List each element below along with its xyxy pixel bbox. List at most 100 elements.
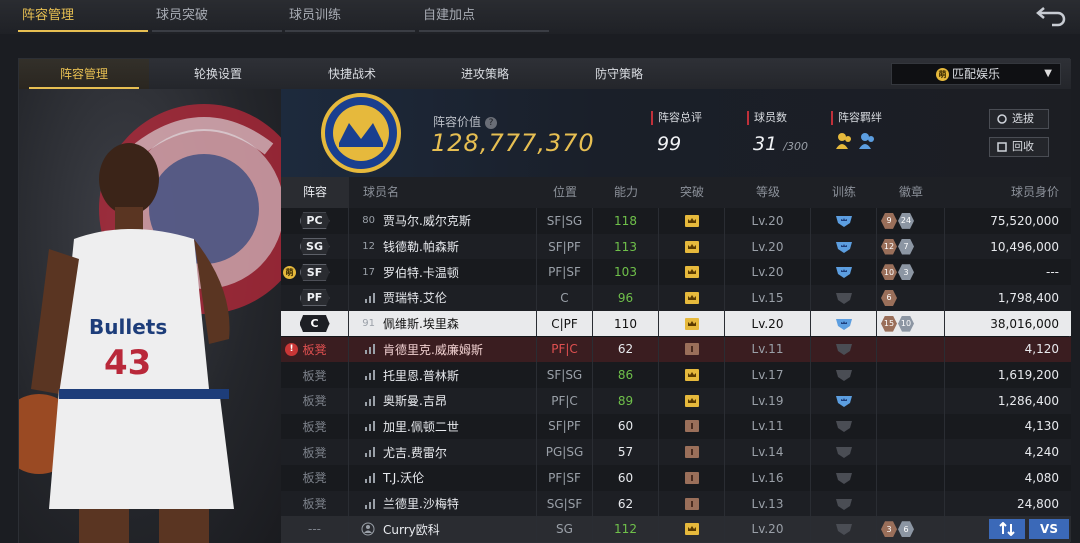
table-row[interactable]: ! 板凳 肯德里克.威廉姆斯 PF|C 62 Lv.11 4,120 <box>281 336 1071 363</box>
signal-bars-icon <box>349 395 375 406</box>
player-position: PG|SG <box>537 439 593 465</box>
table-row[interactable]: C 91 佩维斯.埃里森 C|PF 110 Lv.20 15 10 38,016,000 <box>281 310 1071 337</box>
player-price: 75,520,000 <box>990 213 1059 228</box>
training-cell <box>811 208 877 234</box>
training-cell <box>811 285 877 311</box>
subtab-quick-tactics[interactable]: 快捷战术 <box>287 59 417 89</box>
bronze-rank-icon <box>684 471 699 484</box>
breakthrough-cell <box>659 516 725 543</box>
table-row[interactable]: 板凳 T.J.沃伦 PF|SF 60 Lv.16 4,080 <box>281 465 1071 491</box>
subtab-offense[interactable]: 进攻策略 <box>420 59 550 89</box>
table-row[interactable]: PC 80 贾马尔.威尔克斯 SF|SG 118 Lv.20 9 24 75,520,000 <box>281 208 1071 234</box>
crown-icon <box>684 317 699 330</box>
table-row[interactable]: 板凳 奥斯曼.吉昂 PF|C 89 Lv.19 1,286,400 <box>281 387 1071 414</box>
player-name[interactable]: 佩维斯.埃里森 <box>383 315 459 332</box>
swap-button[interactable] <box>989 519 1025 540</box>
crown-icon <box>684 266 699 279</box>
badges-cell: 12 7 <box>877 233 945 260</box>
player-name[interactable]: T.J.沃伦 <box>383 469 424 486</box>
badges-cell <box>877 490 945 517</box>
player-name[interactable]: 钱德勒.帕森斯 <box>383 238 459 255</box>
subtab-lineup[interactable]: 阵容管理 <box>19 59 149 89</box>
subtab-rotation[interactable]: 轮换设置 <box>153 59 283 89</box>
table-row[interactable]: 板凳 托里恩.普林斯 SF|SG 86 Lv.17 1,619,200 <box>281 362 1071 388</box>
pick-button[interactable]: 选拔 <box>989 109 1049 129</box>
breakthrough-cell <box>659 387 725 414</box>
table-row[interactable]: 板凳 尤吉.费雷尔 PG|SG 57 Lv.14 4,240 <box>281 439 1071 465</box>
tab-player-training[interactable]: 球员训练 <box>285 0 415 32</box>
training-cell <box>811 516 877 543</box>
breakthrough-cell <box>659 208 725 234</box>
crown-icon <box>684 214 699 227</box>
lineup-slot: --- <box>281 516 349 543</box>
badge-hex-icon: 6 <box>898 521 914 538</box>
table-row[interactable]: 板凳 加里.佩顿二世 SF|PF 60 Lv.11 4,130 <box>281 413 1071 440</box>
breakthrough-cell <box>659 439 725 465</box>
badges-cell <box>877 362 945 388</box>
chevron-down-icon: ▼ <box>1044 68 1052 79</box>
roster-table-header: 阵容 球员名 位置 能力 突破 等级 训练 徽章 球员身价 <box>281 177 1071 208</box>
player-price: 1,619,200 <box>997 368 1059 383</box>
svg-text:Bullets: Bullets <box>89 315 167 339</box>
table-row[interactable]: 板凳 兰德里.沙梅特 SG|SF 62 Lv.13 24,800 <box>281 490 1071 517</box>
table-row[interactable]: --- Curry欧科 SG 112 Lv.20 3 6 VS <box>281 516 1071 543</box>
player-name[interactable]: 贾马尔.威尔克斯 <box>383 212 471 229</box>
recycle-button[interactable]: 回收 <box>989 137 1049 157</box>
bronze-rank-icon <box>684 446 699 459</box>
player-price: 38,016,000 <box>990 316 1059 331</box>
crown-icon <box>684 291 699 304</box>
badge-hex-icon: 3 <box>881 521 897 538</box>
help-icon[interactable]: ? <box>485 117 498 129</box>
player-price: 4,120 <box>1024 342 1059 357</box>
player-level: Lv.20 <box>725 310 811 337</box>
player-name-cell: 加里.佩顿二世 <box>349 413 537 440</box>
player-name[interactable]: 罗伯特.卡温顿 <box>383 264 459 281</box>
player-ability: 57 <box>593 439 659 465</box>
tab-custom-points[interactable]: 自建加点 <box>419 0 549 32</box>
player-name-cell: Curry欧科 <box>349 516 537 543</box>
vs-button[interactable]: VS <box>1029 519 1069 540</box>
bond-icons[interactable] <box>831 131 882 155</box>
slot-label: PC <box>299 212 330 230</box>
training-shield-icon <box>835 472 852 484</box>
tab-label: 自建加点 <box>423 8 476 23</box>
tab-player-breakthrough[interactable]: 球员突破 <box>152 0 282 32</box>
table-row[interactable]: 萌 SF 17 罗伯特.卡温顿 PF|SF 103 Lv.20 10 3 --- <box>281 259 1071 286</box>
lineup-value-label: 阵容价值? <box>433 113 498 130</box>
training-shield-icon <box>835 370 852 382</box>
subtab-defense[interactable]: 防守策略 <box>554 59 684 89</box>
badge-hex-icon: 3 <box>898 264 914 281</box>
player-price: 1,286,400 <box>997 393 1059 408</box>
player-name[interactable]: 奥斯曼.吉昂 <box>383 392 447 409</box>
table-row[interactable]: SG 12 钱德勒.帕森斯 SF|PF 113 Lv.20 12 7 10,496,000 <box>281 233 1071 260</box>
warning-icon: ! <box>285 342 298 356</box>
player-position: PF|C <box>537 336 593 363</box>
badge-hex-icon: 9 <box>881 212 897 229</box>
lineup-slot: 板凳 <box>281 439 349 465</box>
player-name[interactable]: 尤吉.费雷尔 <box>383 444 447 461</box>
tab-lineup-management[interactable]: 阵容管理 <box>18 0 148 32</box>
lineup-slot: PF <box>281 285 349 311</box>
player-ability: 89 <box>593 387 659 414</box>
col-breakthrough: 突破 <box>679 185 704 199</box>
table-row[interactable]: PF 贾瑞特.艾伦 C 96 Lv.15 6 1,798,400 <box>281 285 1071 311</box>
player-portrait: Bullets 43 <box>19 89 281 543</box>
breakthrough-cell <box>659 362 725 388</box>
player-name[interactable]: 兰德里.沙梅特 <box>383 495 459 512</box>
mode-dropdown[interactable]: 萌 匹配娱乐 ▼ <box>891 63 1061 85</box>
player-name[interactable]: 托里恩.普林斯 <box>383 367 459 384</box>
player-name[interactable]: 贾瑞特.艾伦 <box>383 289 447 306</box>
player-position: SG <box>537 516 593 543</box>
player-name[interactable]: 加里.佩顿二世 <box>383 418 459 435</box>
crown-icon <box>684 369 699 382</box>
badges-cell <box>877 336 945 363</box>
jersey-number: 91 <box>362 318 375 330</box>
player-ability: 113 <box>593 233 659 260</box>
lineup-value: 128,777,370 <box>431 129 595 157</box>
slot-label: SG <box>299 238 330 256</box>
player-name[interactable]: Curry欧科 <box>383 521 440 538</box>
lineup-panel: 阵容管理 轮换设置 快捷战术 进攻策略 防守策略 萌 匹配娱乐 ▼ Bullet… <box>18 58 1071 543</box>
top-tab-bar: 阵容管理 球员突破 球员训练 自建加点 <box>0 0 1080 34</box>
player-name[interactable]: 肯德里克.威廉姆斯 <box>383 341 483 358</box>
back-button[interactable] <box>1034 2 1070 28</box>
